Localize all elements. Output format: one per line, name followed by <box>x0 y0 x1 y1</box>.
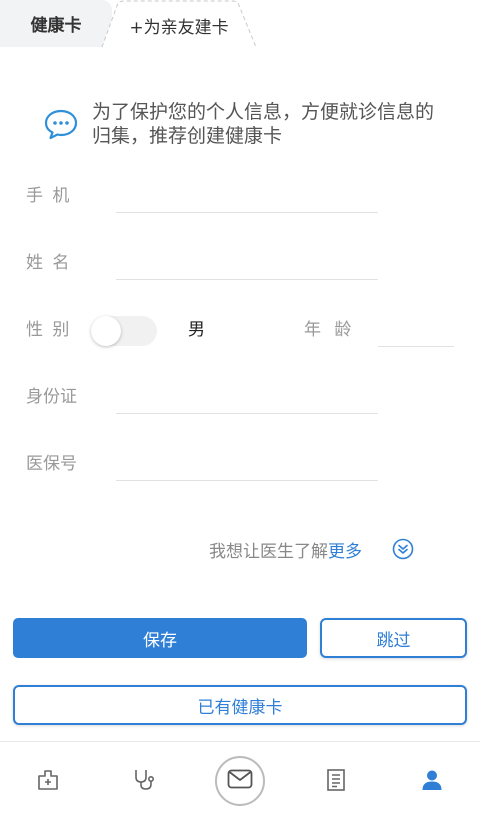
report-icon[interactable] <box>324 768 348 792</box>
skip-button[interactable]: 跳过 <box>320 618 467 658</box>
phone-row: 手 机 <box>0 184 480 224</box>
tab-health-card[interactable]: 健康卡 <box>0 0 112 47</box>
have-health-card-button[interactable]: 已有健康卡 <box>13 685 467 725</box>
stethoscope-icon[interactable] <box>132 768 156 792</box>
more-info-link[interactable]: 我想让医生了解更多 <box>209 539 362 565</box>
tab-create-for-family-label: +为亲友建卡 <box>129 18 229 38</box>
bottom-nav <box>0 741 480 822</box>
save-button[interactable]: 保存 <box>13 618 307 658</box>
id-label: 身份证 <box>26 387 77 407</box>
tab-health-card-label: 健康卡 <box>30 16 82 36</box>
privacy-notice: 为了保护您的个人信息，方便就诊信息的归集，推荐创建健康卡 <box>44 100 444 160</box>
insurance-number-input[interactable] <box>116 452 378 481</box>
tab-create-for-family[interactable]: +为亲友建卡 <box>100 0 258 48</box>
chat-bubble-icon <box>44 109 78 140</box>
age-input[interactable] <box>378 318 454 347</box>
gender-label: 性 别 <box>26 320 72 340</box>
more-info-prefix: 我想让医生了解 <box>209 542 328 562</box>
more-info-highlight: 更多 <box>328 542 362 562</box>
gender-toggle[interactable] <box>91 316 157 346</box>
name-row: 姓 名 <box>0 251 480 291</box>
gender-value: 男 <box>188 320 205 340</box>
phone-input[interactable] <box>116 184 378 213</box>
name-label: 姓 名 <box>26 253 72 273</box>
insurance-label: 医保号 <box>26 454 77 474</box>
tab-bar: 健康卡 +为亲友建卡 <box>0 0 480 48</box>
name-input[interactable] <box>116 251 378 280</box>
mail-icon <box>227 769 253 789</box>
double-chevron-down-icon[interactable] <box>392 538 414 560</box>
id-number-input[interactable] <box>116 385 378 414</box>
gender-age-row: 性 别 男 年 龄 <box>0 316 480 358</box>
gender-toggle-knob <box>91 316 121 346</box>
id-row: 身份证 <box>0 385 480 425</box>
age-label: 年 龄 <box>304 320 356 340</box>
hospital-icon[interactable] <box>36 768 60 792</box>
user-icon[interactable] <box>420 768 444 792</box>
messages-nav-button[interactable] <box>215 756 265 806</box>
privacy-notice-text: 为了保护您的个人信息，方便就诊信息的归集，推荐创建健康卡 <box>92 101 435 147</box>
insurance-row: 医保号 <box>0 452 480 492</box>
phone-label: 手 机 <box>26 186 72 206</box>
